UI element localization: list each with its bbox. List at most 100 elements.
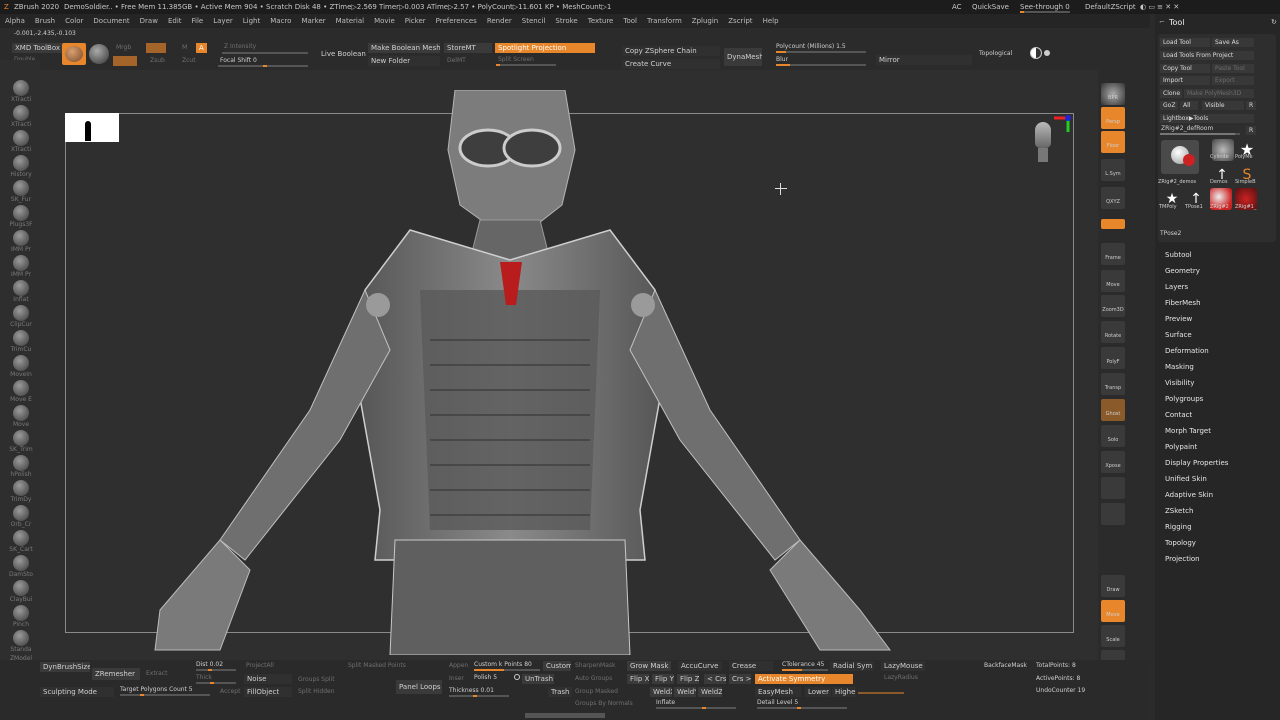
menu-marker[interactable]: Marker: [296, 14, 330, 28]
target-polygons-track[interactable]: [120, 694, 210, 696]
thickness-slider[interactable]: Thickness 0.01: [449, 687, 494, 695]
bpr-button[interactable]: BPR: [1101, 83, 1125, 105]
focal-shift-track[interactable]: [218, 65, 308, 67]
split-masked-points-button[interactable]: Split Masked Points: [348, 662, 406, 670]
menu-picker[interactable]: Picker: [400, 14, 431, 28]
save-as-button[interactable]: Save As: [1212, 38, 1254, 47]
shelf-brush-15[interactable]: SK_Trim: [6, 430, 36, 453]
inflate-track[interactable]: [656, 707, 736, 709]
move-view-button[interactable]: Move: [1101, 270, 1125, 292]
export-button[interactable]: Export: [1212, 76, 1254, 85]
shelf-history[interactable]: History: [6, 155, 36, 178]
frame-button[interactable]: Frame: [1101, 243, 1125, 265]
menu-stencil[interactable]: Stencil: [517, 14, 551, 28]
submenu-unified-skin[interactable]: Unified Skin: [1165, 475, 1207, 483]
zoom3d-button[interactable]: Zoom3D: [1101, 295, 1125, 317]
submenu-display-properties[interactable]: Display Properties: [1165, 459, 1228, 467]
active-tool-thumbnail[interactable]: [1161, 140, 1199, 174]
submenu-contact[interactable]: Contact: [1165, 411, 1192, 419]
paste-tool-button[interactable]: Paste Tool: [1212, 64, 1254, 73]
trash-button[interactable]: Trash: [548, 687, 572, 697]
zsub-toggle[interactable]: Zsub: [150, 57, 165, 65]
submenu-projection[interactable]: Projection: [1165, 555, 1200, 563]
goz-all-button[interactable]: All: [1180, 101, 1198, 110]
rgb-toggle[interactable]: Rgb: [146, 43, 166, 53]
scale-mode-button[interactable]: Scale: [1101, 625, 1125, 647]
rotate-axis-toggle[interactable]: [1101, 219, 1125, 229]
mirror-button[interactable]: Mirror: [876, 55, 972, 65]
menu-help[interactable]: Help: [758, 14, 784, 28]
crs-left-button[interactable]: < Crs: [704, 674, 726, 684]
target-polygons-slider[interactable]: Target Polygons Count 5: [120, 686, 193, 694]
panel-loops-button[interactable]: Panel Loops: [396, 680, 442, 694]
xmd-toolbox-button[interactable]: XMD ToolBox: [12, 43, 64, 53]
ghost-button[interactable]: Ghost: [1101, 399, 1125, 421]
defaultzscript-button[interactable]: DefaultZScript: [1085, 0, 1136, 14]
load-tools-from-project-button[interactable]: Load Tools From Project: [1160, 51, 1254, 60]
seethrough-slider-track[interactable]: [1020, 11, 1070, 13]
shelf-brush-6[interactable]: Plugs3F: [6, 205, 36, 228]
weld-z-button[interactable]: WeldZ: [698, 687, 722, 697]
load-tool-button[interactable]: Load Tool: [1160, 38, 1210, 47]
blur-slider[interactable]: Blur: [776, 56, 788, 64]
weld-x-button[interactable]: WeldX: [650, 687, 672, 697]
flip-y-button[interactable]: Flip Y: [652, 674, 674, 684]
submenu-surface[interactable]: Surface: [1165, 331, 1192, 339]
live-boolean-button[interactable]: Live Boolean: [318, 49, 369, 59]
split-screen-button[interactable]: Split Screen: [498, 56, 534, 64]
menu-material[interactable]: Material: [331, 14, 369, 28]
polyf-button[interactable]: PolyF: [1101, 347, 1125, 369]
radial-sym-button[interactable]: Radial Sym: [830, 661, 874, 671]
shelf-brush-1[interactable]: XTracti: [6, 80, 36, 103]
detail-level-slider[interactable]: Detail Level 5: [757, 699, 798, 707]
split-hidden-button[interactable]: Split Hidden: [298, 688, 335, 696]
shelf-brush-13[interactable]: Move E: [6, 380, 36, 403]
custom-k-points-slider[interactable]: Custom k Points 80: [474, 661, 532, 669]
lightbox-tools-button[interactable]: Lightbox▶Tools: [1160, 114, 1254, 123]
shelf-brush-14[interactable]: Move: [6, 405, 36, 428]
shelf-brush-22[interactable]: Pinch: [6, 605, 36, 628]
submenu-fibermesh[interactable]: FiberMesh: [1165, 299, 1201, 307]
auto-groups-button[interactable]: Auto Groups: [575, 675, 612, 683]
axis-gizmo-icon[interactable]: [1050, 112, 1076, 138]
polycount-slider[interactable]: Polycount (Millions) 1.5: [776, 43, 846, 51]
menu-macro[interactable]: Macro: [265, 14, 296, 28]
menu-texture[interactable]: Texture: [583, 14, 619, 28]
dist-slider[interactable]: Dist 0.02: [196, 661, 223, 669]
quicksave-button[interactable]: QuickSave: [972, 0, 1009, 14]
grow-mask-button[interactable]: Grow Mask: [627, 661, 671, 671]
topological-toggle[interactable]: Topological: [979, 50, 1012, 58]
menu-transform[interactable]: Transform: [642, 14, 687, 28]
menu-brush[interactable]: Brush: [30, 14, 60, 28]
shelf-brush-18[interactable]: Orb_Cr: [6, 505, 36, 528]
shelf-brush-2[interactable]: XTracti: [6, 105, 36, 128]
menu-draw[interactable]: Draw: [135, 14, 163, 28]
menu-movie[interactable]: Movie: [369, 14, 400, 28]
menu-stroke[interactable]: Stroke: [550, 14, 582, 28]
submenu-subtool[interactable]: Subtool: [1165, 251, 1192, 259]
extract-button[interactable]: Extract: [146, 670, 168, 678]
submenu-rigging[interactable]: Rigging: [1165, 523, 1192, 531]
goz-visible-button[interactable]: Visible: [1202, 101, 1244, 110]
submenu-geometry[interactable]: Geometry: [1165, 267, 1200, 275]
dist-track[interactable]: [196, 669, 236, 671]
lazyradius-track[interactable]: [858, 692, 904, 694]
move-mode-button[interactable]: Move: [1101, 600, 1125, 622]
fillobject-button[interactable]: FillObject: [244, 687, 292, 697]
xpose-button[interactable]: Xpose: [1101, 451, 1125, 473]
copy-zsphere-chain-button[interactable]: Copy ZSphere Chain: [622, 46, 720, 56]
menu-alpha[interactable]: Alpha: [0, 14, 30, 28]
crease-button[interactable]: Crease: [729, 661, 773, 671]
higher-button[interactable]: Higher: [832, 687, 856, 697]
rotate-view-button[interactable]: Rotate: [1101, 321, 1125, 343]
a-toggle[interactable]: A: [196, 43, 207, 53]
menu-color[interactable]: Color: [60, 14, 88, 28]
make-boolean-mesh-button[interactable]: Make Boolean Mesh: [368, 43, 440, 53]
submenu-polygroups[interactable]: Polygroups: [1165, 395, 1203, 403]
delmt-button[interactable]: DelMT: [447, 57, 466, 65]
groups-split-button[interactable]: Groups Split: [298, 676, 335, 684]
texture-swatch-icon[interactable]: [89, 44, 109, 64]
easymesh-button[interactable]: EasyMesh: [755, 687, 801, 697]
untrash-button[interactable]: UnTrash: [522, 674, 554, 684]
custom-k-points-track[interactable]: [474, 669, 540, 671]
